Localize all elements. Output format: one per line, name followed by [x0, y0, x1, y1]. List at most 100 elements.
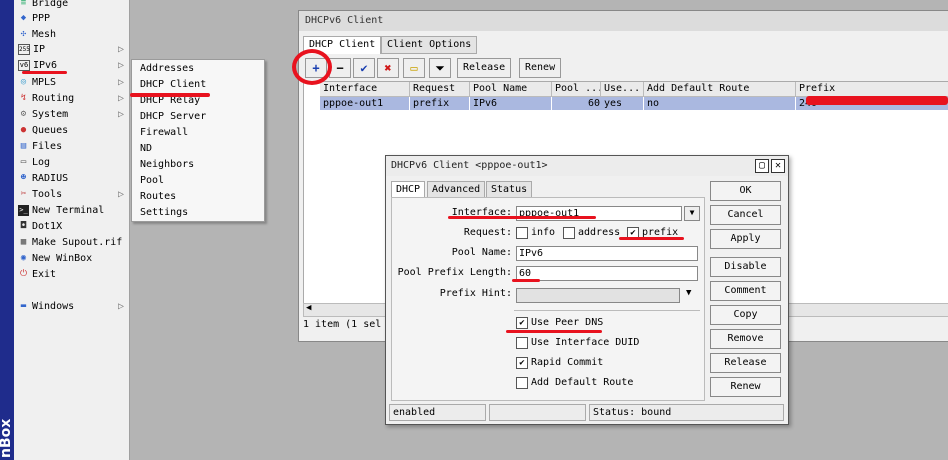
brand-text: nBox — [0, 418, 14, 458]
queues-icon: ● — [20, 124, 27, 135]
column-header-interface[interactable]: Interface — [320, 82, 410, 97]
annotation-circle-add — [292, 49, 332, 85]
pool-name-label: Pool Name: — [451, 247, 512, 258]
submenu-arrow-icon: ▷ — [117, 60, 124, 71]
column-header-use-peer-dns[interactable]: Use... — [601, 82, 644, 97]
annotation-redaction-prefix — [806, 96, 948, 105]
submenu-item-nd[interactable]: ND — [140, 141, 152, 156]
request-address-checkbox[interactable] — [563, 227, 575, 239]
menu-item-queues[interactable]: ● Queues — [18, 123, 126, 138]
scroll-left-icon[interactable]: ◀ — [306, 303, 311, 313]
use-interface-duid-checkbox[interactable] — [516, 337, 528, 349]
menu-item-ip[interactable]: 255 IP ▷ — [18, 42, 126, 57]
tools-icon: ✂ — [20, 188, 27, 199]
menu-item-routing[interactable]: ↯ Routing ▷ — [18, 91, 126, 106]
prefix-hint-input[interactable] — [516, 288, 680, 303]
dialog-title[interactable]: DHCPv6 Client <pppoe-out1> — [386, 156, 788, 176]
dropdown-icon[interactable]: ▼ — [684, 206, 700, 221]
submenu-item-firewall[interactable]: Firewall — [140, 125, 188, 140]
column-header-prefix[interactable]: Prefix — [796, 82, 948, 97]
annotation-underline-ipv6 — [22, 71, 67, 74]
submenu-arrow-icon: ▷ — [117, 77, 124, 88]
submenu-item-addresses[interactable]: Addresses — [140, 61, 194, 76]
cell-interface: pppoe-out1 — [320, 97, 409, 110]
menu-item-system[interactable]: ⚙ System ▷ — [18, 107, 126, 122]
menu-item-files[interactable]: ▤ Files — [18, 139, 126, 154]
menu-item-radius[interactable]: ☻ RADIUS — [18, 171, 126, 186]
status-enabled: enabled — [389, 404, 486, 421]
collapse-icon[interactable]: ▼ — [686, 288, 691, 298]
request-info-label: info — [531, 227, 556, 238]
ip-icon: 255 — [18, 43, 30, 55]
supout-icon: ▦ — [20, 236, 27, 247]
submenu-item-pool[interactable]: Pool — [140, 173, 164, 188]
menu-item-bridge[interactable]: ≡ Bridge — [18, 0, 126, 11]
menu-item-mesh[interactable]: ✣ Mesh — [18, 27, 126, 42]
menu-item-new-winbox[interactable]: ◉ New WinBox — [18, 251, 126, 266]
tab-advanced[interactable]: Advanced — [427, 181, 486, 198]
menu-item-tools[interactable]: ✂ Tools ▷ — [18, 187, 126, 202]
submenu-item-dhcp-server[interactable]: DHCP Server — [140, 109, 206, 124]
tab-client-options[interactable]: Client Options — [381, 36, 478, 54]
winbox-side-strip: nBox — [0, 0, 14, 460]
column-header-pool-prefix[interactable]: Pool ... — [552, 82, 601, 97]
dhcp-tab-panel: Interface: pppoe-out1 ▼ Request: info ad… — [391, 197, 705, 401]
pool-prefix-length-input[interactable]: 60 — [516, 266, 698, 281]
menu-item-make-supout[interactable]: ▦ Make Supout.rif — [18, 235, 126, 250]
menu-item-windows[interactable]: ▬ Windows ▷ — [18, 299, 126, 314]
add-default-route-checkbox[interactable] — [516, 377, 528, 389]
renew-button[interactable]: Renew — [710, 377, 781, 397]
renew-button[interactable]: Renew — [519, 58, 562, 78]
disable-icon[interactable]: ✖ — [377, 58, 399, 78]
use-peer-dns-checkbox[interactable]: ✔ — [516, 317, 528, 329]
annotation-underline-prefix-length — [512, 279, 540, 282]
window-title[interactable]: DHCPv6 Client — [299, 11, 948, 31]
menu-item-ppp[interactable]: ◆ PPP — [18, 11, 126, 26]
left-menu: ≡ Bridge ◆ PPP ✣ Mesh 255 IP ▷ v6 IPv6 ▷ ◎ MPLS ▷… — [14, 0, 130, 460]
column-header-pool-name[interactable]: Pool Name — [470, 82, 552, 97]
tab-status[interactable]: Status — [486, 181, 533, 198]
menu-item-dot1x[interactable]: ◘ Dot1X — [18, 219, 126, 234]
column-header-add-default-route[interactable]: Add Default Route — [644, 82, 796, 97]
column-header-request[interactable]: Request — [410, 82, 470, 97]
remove-icon[interactable]: − — [329, 58, 351, 78]
comment-icon[interactable]: ▭ — [403, 58, 425, 78]
mesh-icon: ✣ — [20, 28, 27, 39]
release-button[interactable]: Release — [457, 58, 512, 78]
close-icon[interactable]: ✕ — [771, 159, 785, 173]
radius-icon: ☻ — [20, 172, 27, 183]
submenu-arrow-icon: ▷ — [117, 93, 124, 104]
cell-request: prefix — [410, 97, 469, 110]
tab-dhcp[interactable]: DHCP — [391, 181, 426, 197]
apply-button[interactable]: Apply — [710, 229, 781, 249]
terminal-icon: >_ — [18, 204, 29, 216]
enable-icon[interactable]: ✔ — [353, 58, 375, 78]
pool-prefix-length-label: Pool Prefix Length: — [397, 267, 512, 278]
request-info-checkbox[interactable] — [516, 227, 528, 239]
menu-item-mpls[interactable]: ◎ MPLS ▷ — [18, 75, 126, 90]
rapid-commit-checkbox[interactable]: ✔ — [516, 357, 528, 369]
menu-item-exit[interactable]: ⏻ Exit — [18, 267, 126, 282]
submenu-item-neighbors[interactable]: Neighbors — [140, 157, 194, 172]
dot1x-icon: ◘ — [20, 220, 27, 231]
submenu-item-routes[interactable]: Routes — [140, 189, 176, 204]
remove-button[interactable]: Remove — [710, 329, 781, 349]
disable-button[interactable]: Disable — [710, 257, 781, 277]
submenu-item-dhcp-client[interactable]: DHCP Client — [140, 77, 206, 92]
release-button[interactable]: Release — [710, 353, 781, 373]
filter-icon[interactable]: ⏷ — [429, 58, 451, 78]
submenu-item-settings[interactable]: Settings — [140, 205, 188, 220]
cell-add-default-route: no — [644, 97, 795, 110]
divider — [514, 310, 700, 311]
ipv6-icon: v6 — [18, 59, 30, 71]
request-label: Request: — [463, 227, 512, 238]
copy-button[interactable]: Copy — [710, 305, 781, 325]
menu-item-new-terminal[interactable]: >_ New Terminal — [18, 203, 126, 218]
menu-item-log[interactable]: ▭ Log — [18, 155, 126, 170]
maximize-icon[interactable]: ▢ — [755, 159, 769, 173]
item-count: 1 item (1 sel — [303, 319, 382, 330]
ok-button[interactable]: OK — [710, 181, 781, 201]
comment-button[interactable]: Comment — [710, 281, 781, 301]
cancel-button[interactable]: Cancel — [710, 205, 781, 225]
pool-name-input[interactable]: IPv6 — [516, 246, 698, 261]
